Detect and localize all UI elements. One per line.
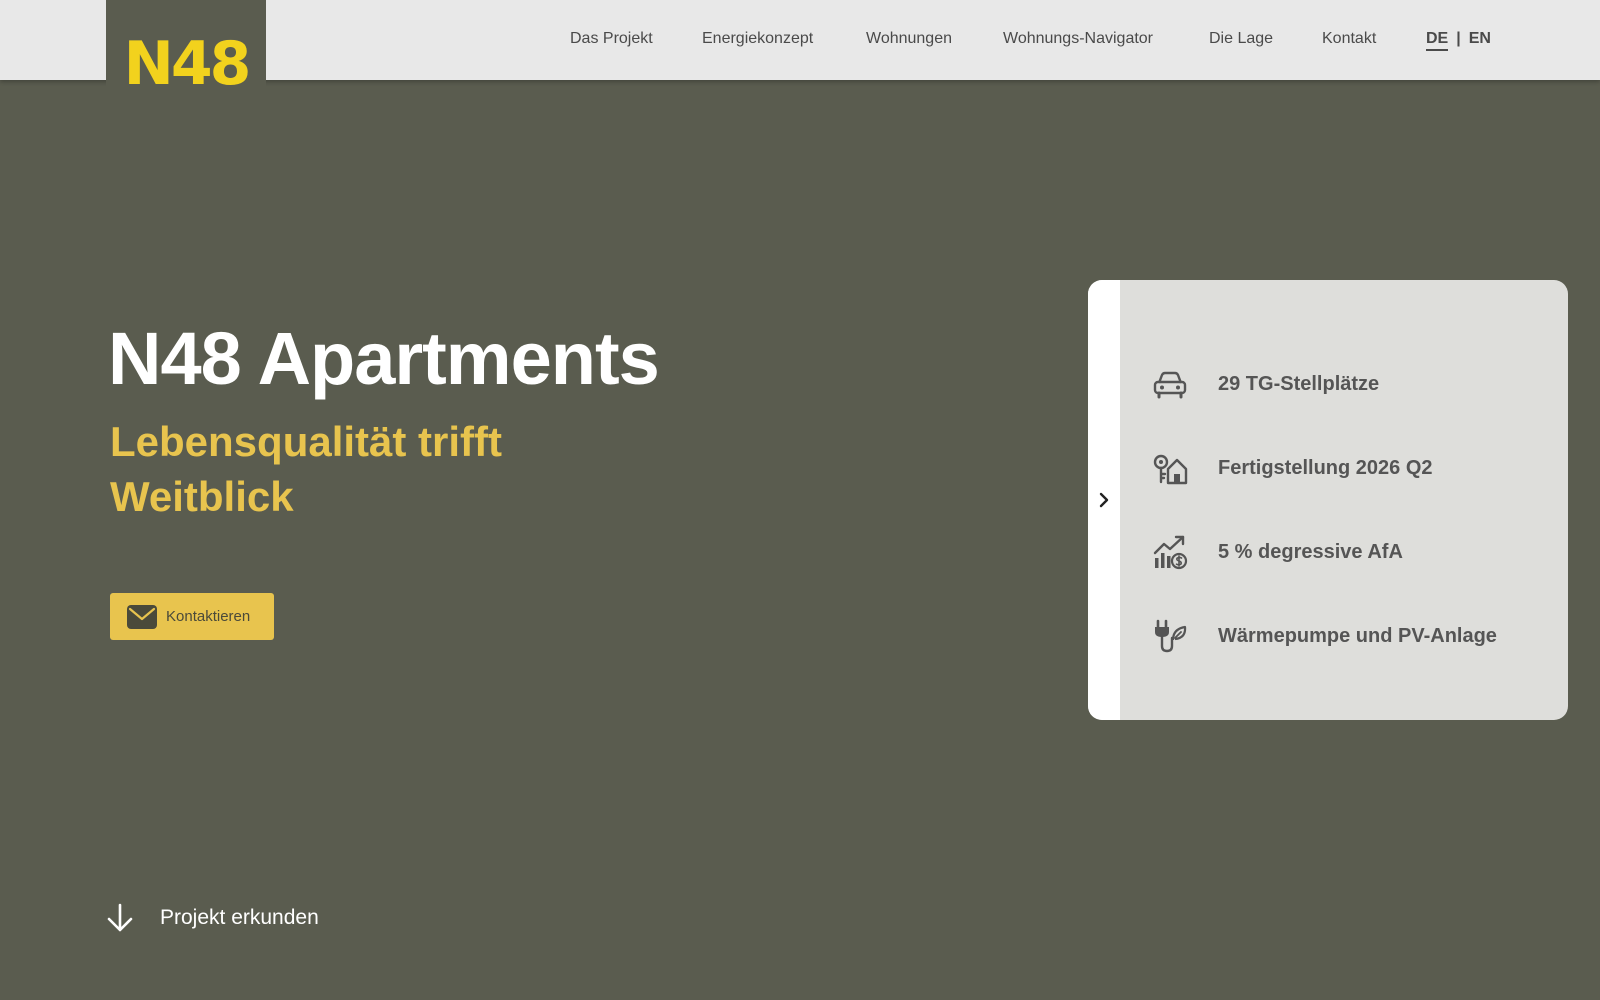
explore-project-link[interactable]: Projekt erkunden [106, 900, 319, 936]
nav-item-wohnungs-navigator[interactable]: Wohnungs-Navigator [1003, 30, 1153, 48]
lang-separator: | [1456, 30, 1461, 47]
lang-en-link[interactable]: EN [1469, 30, 1491, 48]
eco-plug-icon [1155, 619, 1187, 653]
nav-item-das-projekt[interactable]: Das Projekt [570, 30, 653, 48]
features-card-toggle[interactable] [1088, 280, 1120, 720]
page-title: N48 Apartments [108, 317, 660, 400]
nav-item-wohnungen[interactable]: Wohnungen [866, 30, 952, 48]
chevron-right-icon [1099, 492, 1109, 508]
contact-button[interactable]: Kontaktieren [110, 593, 274, 640]
logo-link[interactable]: N48 [106, 0, 266, 138]
feature-label: 5 % degressive AfA [1218, 540, 1403, 563]
house-key-icon [1153, 454, 1188, 485]
feature-item-energy: Wärmepumpe und PV-Anlage [1152, 614, 1497, 658]
feature-label: Fertigstellung 2026 Q2 [1218, 456, 1433, 479]
explore-project-label: Projekt erkunden [160, 906, 319, 929]
nav-item-kontakt[interactable]: Kontakt [1322, 30, 1376, 48]
nav-item-die-lage[interactable]: Die Lage [1209, 30, 1273, 48]
contact-button-label: Kontaktieren [166, 608, 251, 625]
page-subtitle: Lebensqualität trifft Weitblick [110, 418, 503, 520]
arrow-down-icon [107, 903, 133, 932]
lang-de-link[interactable]: DE [1426, 30, 1449, 51]
feature-item-completion: Fertigstellung 2026 Q2 [1152, 446, 1433, 490]
language-switcher: DE | EN [1426, 30, 1491, 51]
nav-item-energiekonzept[interactable]: Energiekonzept [702, 30, 813, 48]
car-icon [1153, 371, 1187, 399]
logo: N48 [123, 29, 252, 99]
feature-item-parking: 29 TG-Stellplätze [1152, 362, 1379, 406]
feature-label: Wärmepumpe und PV-Anlage [1218, 624, 1497, 647]
features-card: 29 TG-Stellplätze Fertigstellung 2026 Q2… [1088, 280, 1568, 720]
feature-label: 29 TG-Stellplätze [1218, 372, 1380, 395]
envelope-icon [127, 604, 157, 629]
growth-chart-icon [1153, 535, 1188, 570]
feature-item-depreciation: 5 % degressive AfA [1152, 530, 1403, 574]
